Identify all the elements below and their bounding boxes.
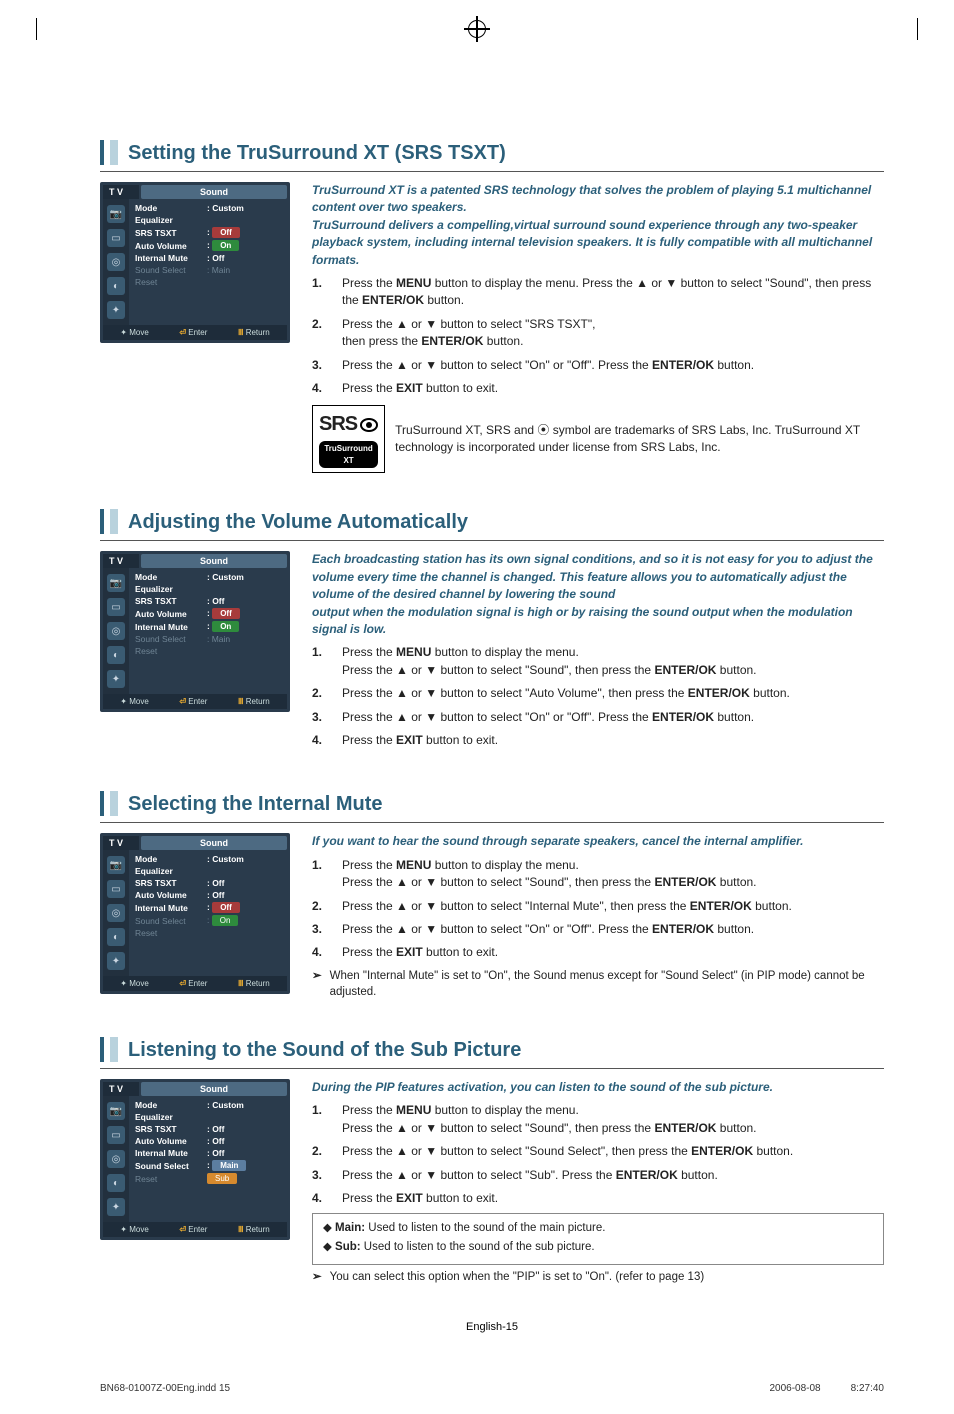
- footer-time: 8:27:40: [851, 1383, 884, 1394]
- osd-screenshot: T VSound 📷▭◎◐✦ Mode: Custom Equalizer SR…: [100, 551, 290, 712]
- osd-screenshot: T VSound 📷▭◎◐✦ Mode: Custom Equalizer SR…: [100, 1079, 290, 1240]
- registration-mark: [468, 20, 486, 38]
- steps-list: 1.Press the MENU button to display the m…: [312, 644, 884, 749]
- section-1: Adjusting the Volume Automatically T VSo…: [100, 509, 884, 755]
- steps-list: 1.Press the MENU button to display the m…: [312, 275, 884, 397]
- intro-text: During the PIP features activation, you …: [312, 1079, 884, 1096]
- section-2: Selecting the Internal Mute T VSound 📷▭◎…: [100, 791, 884, 1001]
- section-heading: Setting the TruSurround XT (SRS TSXT): [128, 140, 506, 165]
- intro-text: If you want to hear the sound through se…: [312, 833, 884, 850]
- steps-list: 1.Press the MENU button to display the m…: [312, 1102, 884, 1207]
- srs-logo: SRS TruSurround XT: [312, 405, 385, 473]
- steps-list: 1.Press the MENU button to display the m…: [312, 857, 884, 962]
- section-0: Setting the TruSurround XT (SRS TSXT) T …: [100, 140, 884, 473]
- note: ➢When "Internal Mute" is set to "On", th…: [312, 968, 884, 1001]
- footer-date: 2006-08-08: [769, 1383, 820, 1394]
- intro-text: TruSurround XT is a patented SRS technol…: [312, 182, 884, 269]
- top-crop-marks: [0, 18, 954, 40]
- note: ➢You can select this option when the "PI…: [312, 1269, 884, 1286]
- srs-trademark-note: TruSurround XT, SRS and ⦿ symbol are tra…: [395, 422, 884, 457]
- intro-text: Each broadcasting station has its own si…: [312, 551, 884, 638]
- section-heading: Adjusting the Volume Automatically: [128, 509, 468, 534]
- footer-file: BN68-01007Z-00Eng.indd 15: [100, 1383, 230, 1394]
- page-body: Setting the TruSurround XT (SRS TSXT) T …: [0, 40, 954, 1373]
- section-heading: Listening to the Sound of the Sub Pictur…: [128, 1037, 521, 1062]
- info-box: ◆ Main: Used to listen to the sound of t…: [312, 1213, 884, 1264]
- print-footer: BN68-01007Z-00Eng.indd 15 2006-08-08 8:2…: [0, 1373, 954, 1414]
- section-3: Listening to the Sound of the Sub Pictur…: [100, 1037, 884, 1285]
- section-heading: Selecting the Internal Mute: [128, 791, 382, 816]
- osd-screenshot: T VSound 📷▭◎◐✦ Mode: Custom Equalizer SR…: [100, 833, 290, 994]
- page-number: English-15: [100, 1321, 884, 1333]
- osd-screenshot: T VSound 📷▭◎◐✦ Mode: Custom Equalizer SR…: [100, 182, 290, 343]
